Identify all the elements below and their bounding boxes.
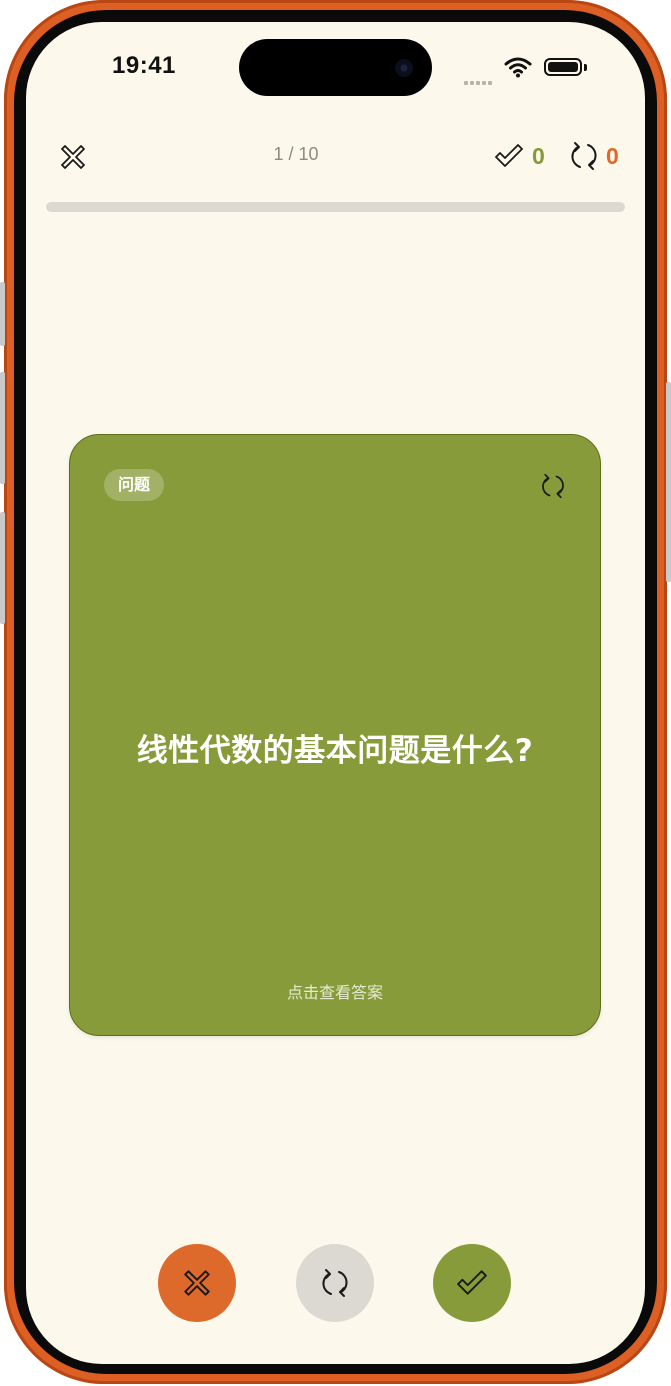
close-x-icon: [184, 1270, 210, 1296]
volume-up-button: [0, 372, 5, 484]
review-again-button[interactable]: [296, 1244, 374, 1322]
flip-icon: [542, 473, 564, 499]
close-x-icon[interactable]: [58, 142, 88, 172]
wifi-icon: [504, 57, 532, 78]
status-time: 19:41: [112, 52, 176, 79]
review-counter: 0: [570, 140, 619, 172]
signal-icon: [464, 70, 494, 89]
battery-cap: [584, 64, 587, 71]
mute-switch: [0, 282, 5, 346]
known-counter: 0: [494, 140, 545, 172]
refresh-icon: [571, 142, 597, 170]
status-indicators: [464, 56, 614, 85]
screen: 19:41 1 / 10 0 0 问题 线性代数的基本问题是什么? 点击查看答案: [26, 22, 645, 1364]
volume-down-button: [0, 512, 5, 624]
power-button: [666, 382, 671, 582]
card-question: 线性代数的基本问题是什么?: [136, 733, 534, 769]
known-count: 0: [532, 142, 545, 169]
camera-icon: [395, 59, 413, 77]
dont-know-button[interactable]: [158, 1244, 236, 1322]
review-count: 0: [606, 142, 619, 169]
card-side-badge: 问题: [104, 469, 165, 501]
know-button[interactable]: [433, 1244, 511, 1322]
check-icon: [457, 1270, 487, 1295]
dynamic-island: [239, 39, 432, 96]
card-hint: 点击查看答案: [286, 983, 383, 1002]
check-icon: [495, 144, 523, 167]
refresh-icon: [322, 1269, 348, 1297]
flashcard[interactable]: 问题 线性代数的基本问题是什么? 点击查看答案: [69, 434, 601, 1036]
battery-icon: [544, 58, 582, 76]
progress-counter: 1 / 10: [273, 144, 319, 164]
progress-bar: [46, 202, 625, 212]
